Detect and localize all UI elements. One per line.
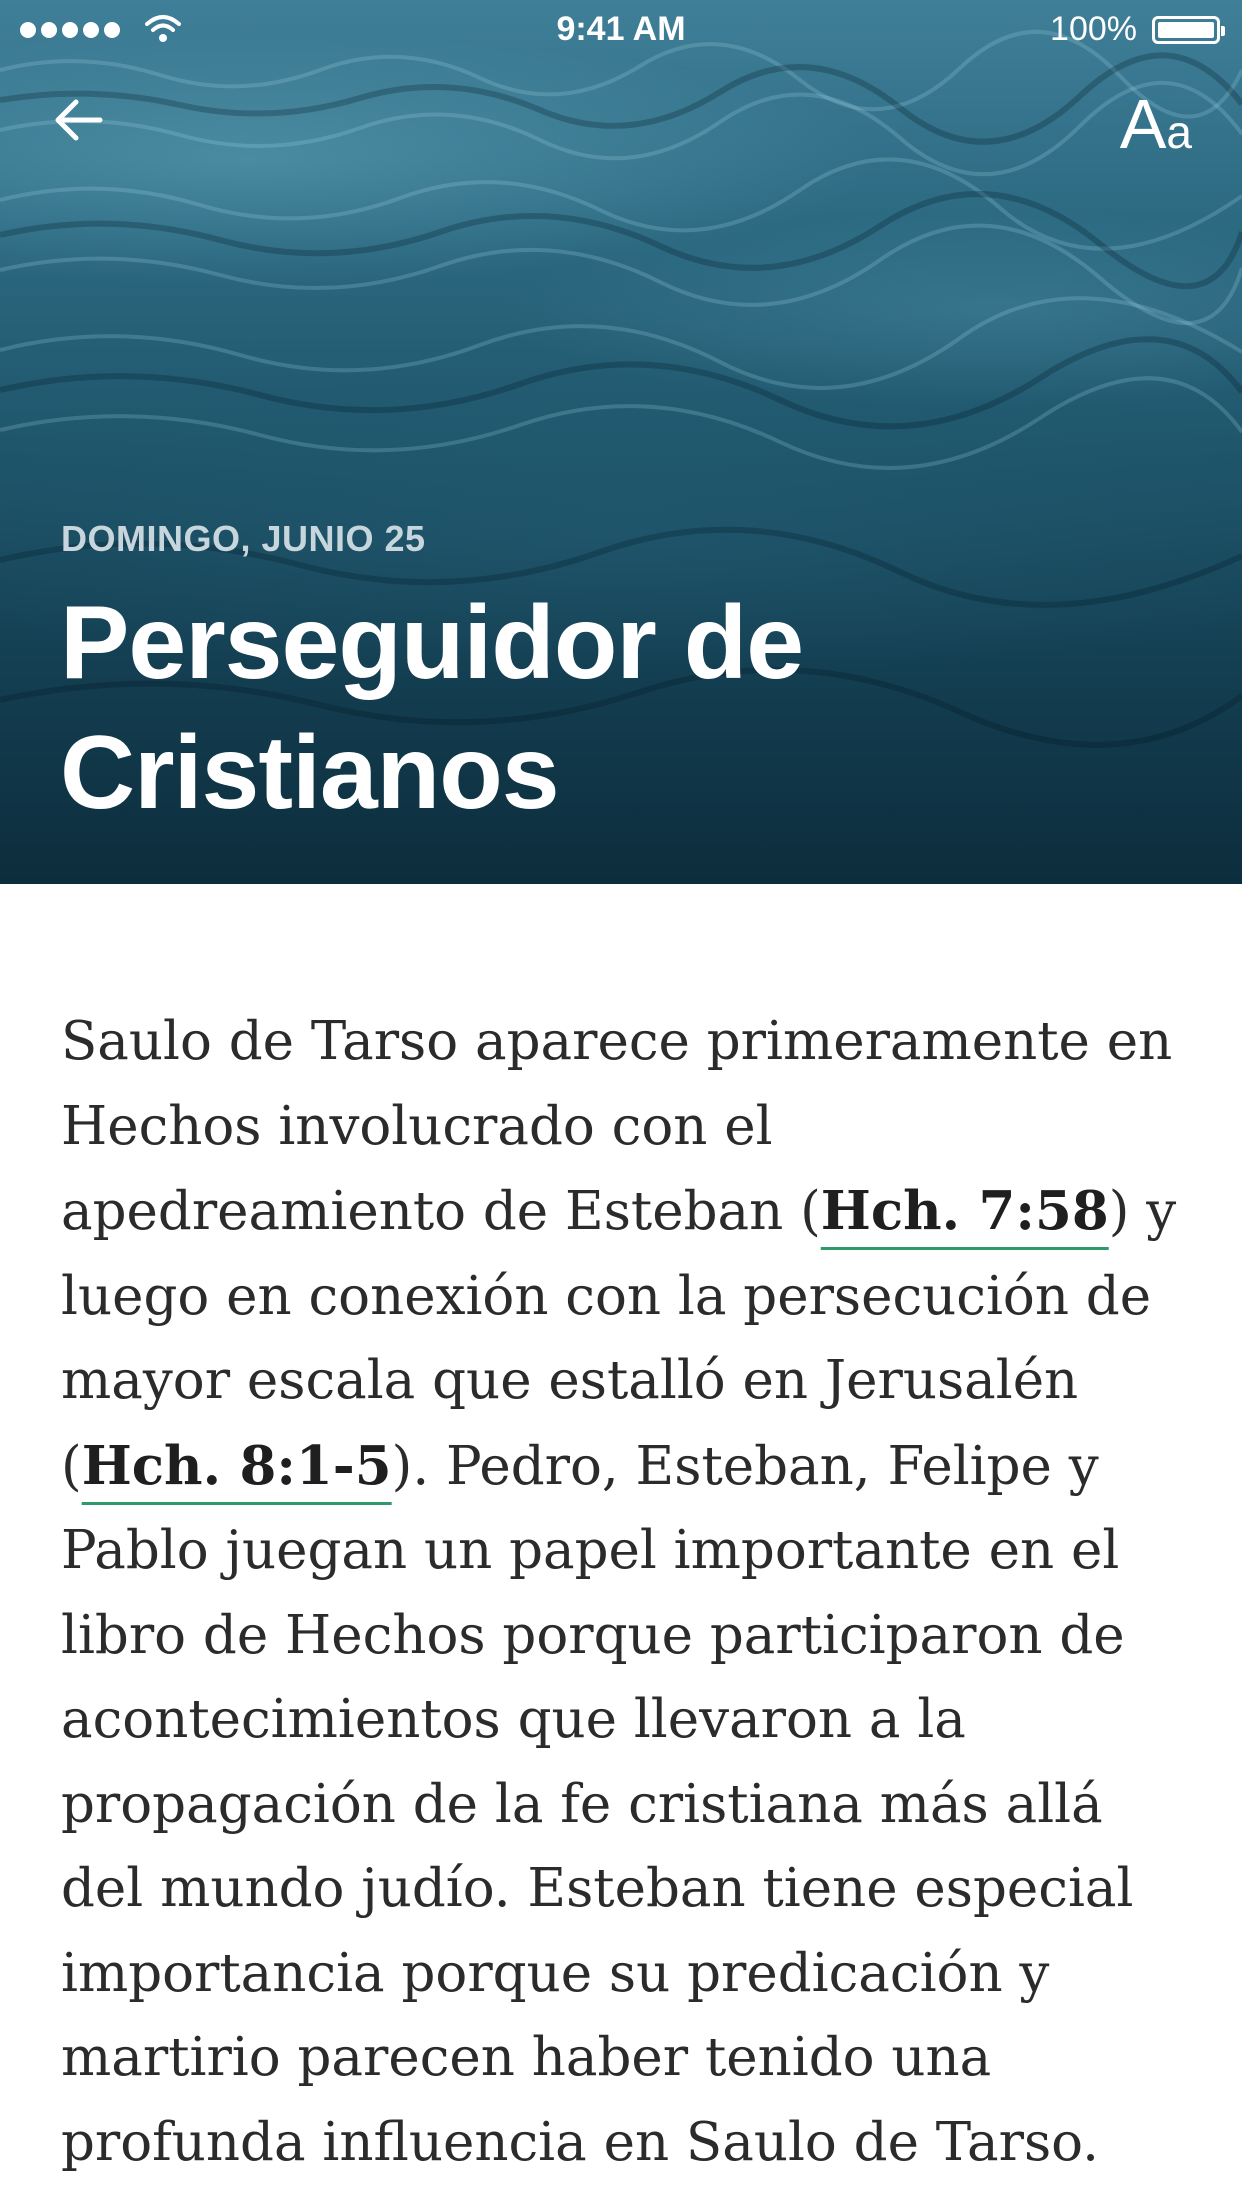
title-line-1: Perseguidor de <box>60 585 804 701</box>
title-line-2: Cristianos <box>60 715 560 831</box>
bible-reference-link[interactable]: Hch. 8:1-5 <box>82 1435 392 1497</box>
font-size-button[interactable]: Aa <box>1072 84 1192 164</box>
battery-icon <box>1152 16 1225 44</box>
status-bar: 9:41 AM 100% <box>0 0 1242 60</box>
font-size-icon-large: A <box>1119 85 1167 163</box>
body-text-3: ). Pedro, Esteban, Felipe y Pablo juegan… <box>61 1435 1134 2173</box>
arrow-left-icon <box>55 99 103 141</box>
page-title: Perseguidor de Cristianos <box>60 578 1160 838</box>
hero-image: 9:41 AM 100% Aa DOMINGO, JUNIO 25 Perseg… <box>0 0 1242 884</box>
reading-body: Saulo de Tarso aparece primeramente en H… <box>61 1000 1191 2185</box>
reading-date: DOMINGO, JUNIO 25 <box>61 518 426 559</box>
font-size-icon-small: a <box>1166 106 1192 158</box>
battery-percentage: 100% <box>1050 10 1137 48</box>
back-button[interactable] <box>50 90 120 160</box>
bible-reference-link[interactable]: Hch. 7:58 <box>821 1180 1109 1242</box>
